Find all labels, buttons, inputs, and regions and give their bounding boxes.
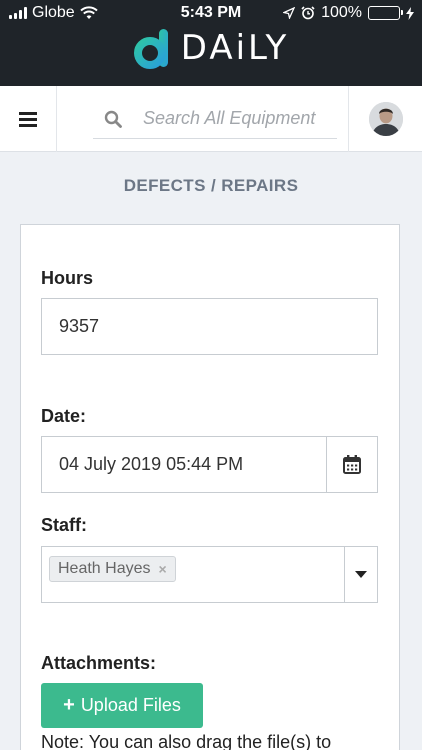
alarm-icon bbox=[301, 6, 315, 20]
attachments-label: Attachments: bbox=[41, 653, 157, 673]
menu-icon bbox=[19, 111, 37, 127]
status-right: 100% bbox=[283, 4, 414, 22]
location-arrow-icon bbox=[283, 7, 296, 19]
upload-files-label: Upload Files bbox=[80, 695, 181, 715]
equipment-search bbox=[93, 99, 337, 139]
brand-logo: DAiLY bbox=[0, 26, 422, 70]
status-bar: Globe 5:43 PM 100% bbox=[0, 0, 422, 28]
hours-label: Hours bbox=[41, 268, 94, 288]
battery-icon bbox=[368, 6, 403, 20]
remove-tag-icon[interactable]: × bbox=[159, 561, 167, 577]
hours-input[interactable]: 9357 bbox=[41, 298, 378, 355]
staff-dropdown-toggle[interactable] bbox=[344, 547, 377, 602]
menu-button[interactable] bbox=[0, 86, 57, 152]
page-title: DEFECTS / REPAIRS bbox=[123, 176, 299, 195]
plus-icon: + bbox=[63, 694, 75, 716]
daily-logo-mark-icon bbox=[133, 29, 168, 69]
brand-name: DAiLY bbox=[180, 28, 290, 68]
staff-select[interactable]: Heath Hayes × bbox=[41, 546, 378, 603]
profile-button[interactable] bbox=[348, 86, 422, 152]
date-input[interactable]: 04 July 2019 05:44 PM bbox=[41, 436, 378, 493]
drag-drop-note: Note: You can also drag the file(s) to bbox=[41, 732, 332, 750]
calendar-icon bbox=[343, 455, 361, 474]
app-header: Globe 5:43 PM 100% DAiLY bbox=[0, 0, 422, 86]
battery-percent: 100% bbox=[321, 4, 362, 21]
nav-bar bbox=[0, 86, 422, 152]
upload-files-button[interactable]: + Upload Files bbox=[41, 683, 203, 728]
staff-tag-label: Heath Hayes bbox=[58, 560, 151, 577]
defect-form-card: Hours 9357 Date: 04 July 2019 05:44 PM S… bbox=[20, 224, 400, 750]
chevron-down-icon bbox=[355, 571, 367, 578]
staff-label: Staff: bbox=[41, 515, 87, 535]
charging-icon bbox=[406, 6, 414, 20]
user-avatar bbox=[368, 102, 403, 136]
search-icon[interactable] bbox=[93, 99, 133, 139]
search-input[interactable] bbox=[143, 108, 333, 129]
date-value: 04 July 2019 05:44 PM bbox=[59, 454, 244, 474]
staff-tag: Heath Hayes × bbox=[49, 556, 176, 582]
calendar-button[interactable] bbox=[326, 437, 377, 492]
date-label: Date: bbox=[41, 406, 87, 426]
